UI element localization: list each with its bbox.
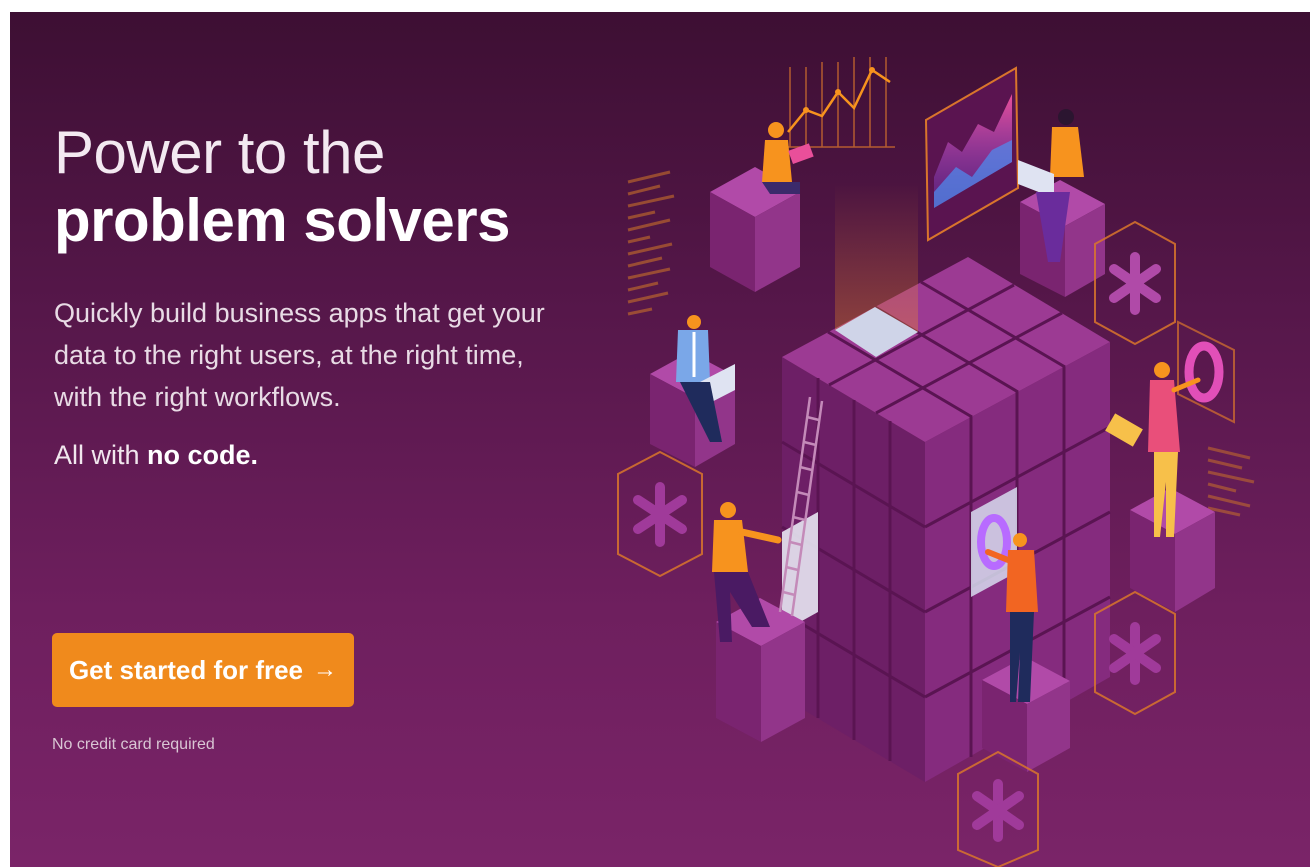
- asterisk-hexagon-icon: [1094, 220, 1176, 346]
- asterisk-hexagon-icon: [617, 450, 703, 578]
- area-chart-icon: [924, 66, 1020, 242]
- arrow-right-icon: →: [313, 656, 338, 683]
- headline-light: Power to the: [54, 119, 385, 186]
- code-lines-icon: [627, 170, 675, 316]
- line-chart-icon: [782, 57, 895, 148]
- hero-subcopy: Quickly build business apps that get you…: [54, 298, 545, 412]
- no-code-bold: no code.: [147, 440, 259, 470]
- get-started-button[interactable]: Get started for free →: [52, 633, 354, 707]
- code-lines-icon: [1207, 446, 1255, 517]
- cta-label: Get started for free: [68, 654, 304, 685]
- no-code-line: All with no code.: [54, 440, 574, 471]
- ring-icon: [1177, 320, 1235, 424]
- headline-bold: problem solvers: [54, 187, 511, 254]
- no-credit-card-note: No credit card required: [52, 736, 215, 753]
- no-code-prefix: All with: [54, 440, 140, 470]
- hero-copy: Power to the problem solvers Quickly bui…: [54, 120, 574, 471]
- hero-section: Power to the problem solvers Quickly bui…: [10, 12, 1310, 867]
- isometric-illustration: [617, 57, 1255, 867]
- hero-headline: Power to the problem solvers: [54, 120, 574, 256]
